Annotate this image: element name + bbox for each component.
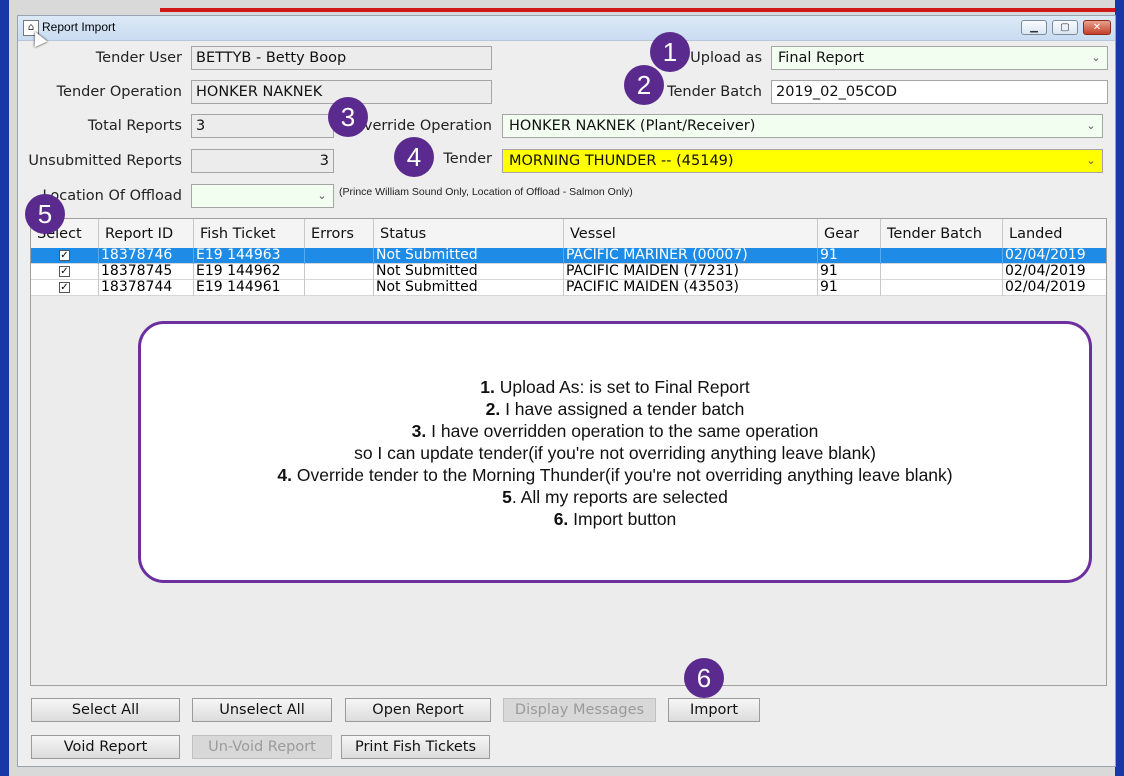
window-title: Report Import (42, 20, 116, 34)
vessel-cell: PACIFIC MARINER (00007) (564, 248, 818, 264)
step-badge-3: 3 (328, 97, 368, 137)
status-cell: Not Submitted (374, 280, 564, 296)
chevron-down-icon: ⌄ (317, 189, 327, 202)
gear-cell: 91 (818, 280, 881, 296)
tender-batch-cell (881, 280, 1003, 296)
errors-cell (305, 280, 374, 296)
landed-cell: 02/04/2019 (1005, 264, 1086, 279)
callout-line-4: so I can update tender(if you're not ove… (354, 443, 876, 463)
column-header-errors[interactable]: Errors (305, 219, 374, 248)
override-operation-value: HONKER NAKNEK (Plant/Receiver) (509, 118, 756, 134)
instruction-callout: 1. Upload As: is set to Final Report 2. … (138, 321, 1092, 583)
left-border (0, 0, 9, 776)
upload-as-dropdown[interactable]: Final Report ⌄ (771, 46, 1108, 70)
upload-as-label: Upload as (690, 50, 762, 66)
tender-batch-input[interactable]: 2019_02_05COD (771, 80, 1108, 104)
report-id-cell: 18378745 (99, 264, 194, 280)
display-messages-button[interactable]: Display Messages (503, 698, 656, 722)
fish-ticket-cell: E19 144962 (194, 264, 305, 280)
right-border (1115, 0, 1124, 776)
callout-text: 1. Upload As: is set to Final Report 2. … (141, 376, 1089, 530)
table-row[interactable]: ✓ 18378744 E19 144961 Not Submitted PACI… (31, 280, 1106, 296)
fish-ticket-cell: E19 144963 (194, 248, 305, 264)
total-reports-field: 3 (191, 114, 334, 138)
step-badge-4: 4 (394, 137, 434, 177)
callout-line-5: 4. Override tender to the Morning Thunde… (277, 465, 953, 485)
landed-cell: 02/04/2019 (1005, 248, 1086, 263)
row-checkbox[interactable]: ✓ (59, 266, 70, 277)
void-report-button[interactable]: Void Report (31, 735, 180, 759)
column-header-landed[interactable]: Landed (1003, 219, 1106, 248)
tender-batch-cell (881, 248, 1003, 264)
step-badge-6: 6 (684, 658, 724, 698)
import-button[interactable]: Import (668, 698, 760, 722)
unvoid-report-button[interactable]: Un-Void Report (192, 735, 332, 759)
landed-cell: 02/04/2019 (1005, 280, 1086, 295)
unsubmitted-reports-field: 3 (191, 149, 334, 173)
open-report-button[interactable]: Open Report (345, 698, 491, 722)
callout-line-2: 2. I have assigned a tender batch (485, 399, 745, 419)
override-operation-dropdown[interactable]: HONKER NAKNEK (Plant/Receiver) ⌄ (502, 114, 1103, 138)
print-fish-tickets-button[interactable]: Print Fish Tickets (341, 735, 490, 759)
gear-cell: 91 (818, 264, 881, 280)
vessel-cell: PACIFIC MAIDEN (43503) (564, 280, 818, 296)
callout-line-1: 1. Upload As: is set to Final Report (480, 377, 750, 397)
errors-cell (305, 264, 374, 280)
select-cell: ✓ (31, 248, 99, 264)
row-checkbox[interactable]: ✓ (59, 250, 70, 261)
upload-as-value: Final Report (778, 50, 865, 66)
table-row[interactable]: ✓ 18378745 E19 144962 Not Submitted PACI… (31, 264, 1106, 280)
title-bar[interactable]: ⌂ Report Import ▁ ▢ ✕ (18, 16, 1115, 41)
select-cell: ✓ (31, 280, 99, 296)
column-header-fish-ticket[interactable]: Fish Ticket (194, 219, 305, 248)
select-all-button[interactable]: Select All (31, 698, 180, 722)
chevron-down-icon: ⌄ (1091, 51, 1101, 64)
status-cell: Not Submitted (374, 248, 564, 264)
table-header: Select Report ID Fish Ticket Errors Stat… (31, 219, 1106, 249)
location-offload-dropdown[interactable]: ⌄ (191, 184, 334, 208)
chevron-down-icon: ⌄ (1086, 119, 1096, 132)
tender-batch-cell (881, 264, 1003, 280)
chevron-down-icon: ⌄ (1086, 154, 1096, 167)
callout-line-7: 6. Import button (553, 509, 677, 529)
location-note: (Prince William Sound Only, Location of … (339, 186, 633, 198)
tender-value: MORNING THUNDER -- (45149) (509, 153, 734, 169)
status-cell: Not Submitted (374, 264, 564, 280)
column-header-vessel[interactable]: Vessel (564, 219, 818, 248)
column-header-status[interactable]: Status (374, 219, 564, 248)
column-header-gear[interactable]: Gear (818, 219, 881, 248)
tender-user-label: Tender User (95, 50, 182, 66)
column-header-report-id[interactable]: Report ID (99, 219, 194, 248)
callout-line-6: 5. All my reports are selected (502, 487, 728, 507)
step-badge-5: 5 (25, 194, 65, 234)
column-header-tender-batch[interactable]: Tender Batch (881, 219, 1003, 248)
report-id-cell: 18378744 (99, 280, 194, 296)
tender-operation-label: Tender Operation (56, 84, 182, 100)
errors-cell (305, 248, 374, 264)
tender-dropdown[interactable]: MORNING THUNDER -- (45149) ⌄ (502, 149, 1103, 173)
select-cell: ✓ (31, 264, 99, 280)
gear-cell: 91 (818, 248, 881, 264)
fish-ticket-cell: E19 144961 (194, 280, 305, 296)
unsubmitted-reports-label: Unsubmitted Reports (28, 153, 182, 169)
step-badge-2: 2 (624, 65, 664, 105)
top-accent-bar (160, 8, 1115, 12)
minimize-icon[interactable]: ▁ (1021, 20, 1047, 35)
row-checkbox[interactable]: ✓ (59, 282, 70, 293)
unselect-all-button[interactable]: Unselect All (192, 698, 332, 722)
callout-line-3: 3. I have overridden operation to the sa… (411, 421, 819, 441)
tender-user-field: BETTYB - Betty Boop (191, 46, 492, 70)
maximize-icon[interactable]: ▢ (1052, 20, 1078, 35)
close-icon[interactable]: ✕ (1083, 20, 1111, 35)
vessel-cell: PACIFIC MAIDEN (77231) (564, 264, 818, 280)
total-reports-label: Total Reports (87, 118, 182, 134)
step-badge-1: 1 (650, 32, 690, 72)
table-row[interactable]: ✓ 18378746 E19 144963 Not Submitted PACI… (31, 248, 1106, 264)
report-id-cell: 18378746 (99, 248, 194, 264)
